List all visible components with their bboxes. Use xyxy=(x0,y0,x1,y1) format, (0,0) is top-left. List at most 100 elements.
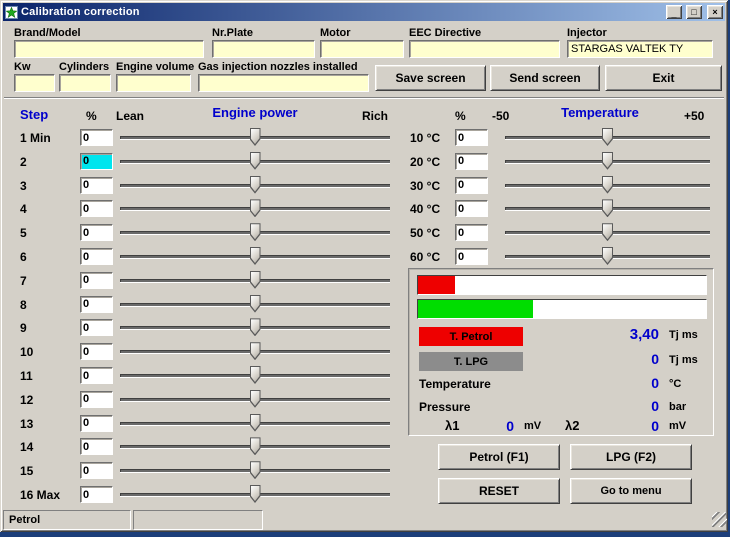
motor-input[interactable] xyxy=(320,40,404,58)
step-label: 9 xyxy=(20,321,27,335)
engine-power-slider[interactable] xyxy=(120,342,390,362)
engine-volume-input[interactable] xyxy=(116,74,191,92)
lean-label: Lean xyxy=(116,109,144,123)
temperature-row-label: 30 °C xyxy=(410,179,440,193)
slider-thumb[interactable] xyxy=(250,366,261,384)
exit-button[interactable]: Exit xyxy=(605,65,722,91)
engine-power-slider[interactable] xyxy=(120,437,390,457)
engine-power-slider[interactable] xyxy=(120,461,390,481)
temperature-row-label: 60 °C xyxy=(410,250,440,264)
slider-thumb[interactable] xyxy=(602,176,613,194)
temperature-percent-input[interactable] xyxy=(455,200,488,217)
app-window: Calibration correction _ □ × Brand/Model… xyxy=(0,0,728,532)
slider-thumb[interactable] xyxy=(250,485,261,503)
lambda2-unit: mV xyxy=(669,420,686,432)
temperature-percent-input[interactable] xyxy=(455,224,488,241)
step-percent-input[interactable] xyxy=(80,391,113,408)
step-label: 12 xyxy=(20,393,33,407)
eec-directive-input[interactable] xyxy=(409,40,560,58)
slider-thumb[interactable] xyxy=(602,128,613,146)
gas-nozzles-label: Gas injection nozzles installed xyxy=(198,61,358,73)
t-petrol-value: 3,40 xyxy=(579,326,659,343)
temperature-percent-input[interactable] xyxy=(455,248,488,265)
slider-thumb[interactable] xyxy=(602,247,613,265)
step-percent-input[interactable] xyxy=(80,415,113,432)
step-percent-input[interactable] xyxy=(80,486,113,503)
temperature-percent-input[interactable] xyxy=(455,153,488,170)
temperature-slider[interactable] xyxy=(505,152,710,172)
minimize-button[interactable]: _ xyxy=(666,5,682,19)
step-label: 8 xyxy=(20,298,27,312)
kw-input[interactable] xyxy=(14,74,55,92)
green-star-icon xyxy=(6,7,17,18)
step-label: 10 xyxy=(20,345,33,359)
brand-model-input[interactable] xyxy=(14,40,204,58)
engine-power-slider[interactable] xyxy=(120,318,390,338)
slider-thumb[interactable] xyxy=(250,295,261,313)
lpg-f2-button[interactable]: LPG (F2) xyxy=(570,444,692,470)
temperature-row: 30 °C xyxy=(0,177,728,197)
pressure-unit: bar xyxy=(669,401,686,413)
slider-thumb[interactable] xyxy=(250,318,261,336)
slider-thumb[interactable] xyxy=(250,437,261,455)
brand-model-label: Brand/Model xyxy=(14,27,81,39)
slider-thumb[interactable] xyxy=(250,461,261,479)
slider-thumb[interactable] xyxy=(602,152,613,170)
engine-power-slider[interactable] xyxy=(120,485,390,505)
eec-directive-label: EEC Directive xyxy=(409,27,481,39)
cylinders-input[interactable] xyxy=(59,74,111,92)
step-percent-input[interactable] xyxy=(80,296,113,313)
lambda1-unit: mV xyxy=(524,420,541,432)
slider-thumb[interactable] xyxy=(250,414,261,432)
save-screen-button[interactable]: Save screen xyxy=(375,65,486,91)
go-to-menu-button[interactable]: Go to menu xyxy=(570,478,692,504)
lpg-progress-bar xyxy=(417,299,707,319)
engine-power-slider[interactable] xyxy=(120,366,390,386)
slider-thumb[interactable] xyxy=(250,390,261,408)
step-percent-input[interactable] xyxy=(80,462,113,479)
step-label: 13 xyxy=(20,417,33,431)
step-percent-input[interactable] xyxy=(80,272,113,289)
slider-thumb[interactable] xyxy=(602,199,613,217)
injector-label: Injector xyxy=(567,27,607,39)
close-button[interactable]: × xyxy=(707,5,723,19)
maximize-button[interactable]: □ xyxy=(686,5,702,19)
slider-thumb[interactable] xyxy=(250,342,261,360)
temperature-slider[interactable] xyxy=(505,247,710,267)
engine-power-slider[interactable] xyxy=(120,271,390,291)
step-label: 14 xyxy=(20,440,33,454)
temperature-slider[interactable] xyxy=(505,199,710,219)
temperature-row: 40 °C xyxy=(0,200,728,220)
pressure-label: Pressure xyxy=(419,400,470,414)
slider-thumb[interactable] xyxy=(602,223,613,241)
maximize-icon: □ xyxy=(691,8,696,16)
nr-plate-input[interactable] xyxy=(212,40,315,58)
resize-grip[interactable] xyxy=(712,512,727,527)
temperature-percent-input[interactable] xyxy=(455,129,488,146)
injector-input[interactable] xyxy=(567,40,713,58)
engine-power-slider[interactable] xyxy=(120,295,390,315)
slider-thumb[interactable] xyxy=(250,271,261,289)
temperature-slider[interactable] xyxy=(505,223,710,243)
lambda2-label: λ2 xyxy=(565,418,579,433)
temperature-slider[interactable] xyxy=(505,176,710,196)
step-percent-input[interactable] xyxy=(80,367,113,384)
petrol-f1-button[interactable]: Petrol (F1) xyxy=(438,444,560,470)
engine-power-slider[interactable] xyxy=(120,414,390,434)
send-screen-button[interactable]: Send screen xyxy=(490,65,600,91)
pressure-value: 0 xyxy=(579,398,659,414)
monitor-temperature-unit: °C xyxy=(669,378,681,390)
lambda1-label: λ1 xyxy=(445,418,459,433)
motor-label: Motor xyxy=(320,27,351,39)
t-petrol-tag: T. Petrol xyxy=(419,327,523,346)
step-percent-input[interactable] xyxy=(80,343,113,360)
step-percent-input[interactable] xyxy=(80,319,113,336)
reset-button[interactable]: RESET xyxy=(438,478,560,504)
engine-power-slider[interactable] xyxy=(120,390,390,410)
temp-min-label: -50 xyxy=(492,109,509,123)
temperature-slider[interactable] xyxy=(505,128,710,148)
title-bar[interactable]: Calibration correction _ □ × xyxy=(3,3,725,21)
temperature-percent-input[interactable] xyxy=(455,177,488,194)
gas-nozzles-input[interactable] xyxy=(198,74,369,92)
step-percent-input[interactable] xyxy=(80,438,113,455)
